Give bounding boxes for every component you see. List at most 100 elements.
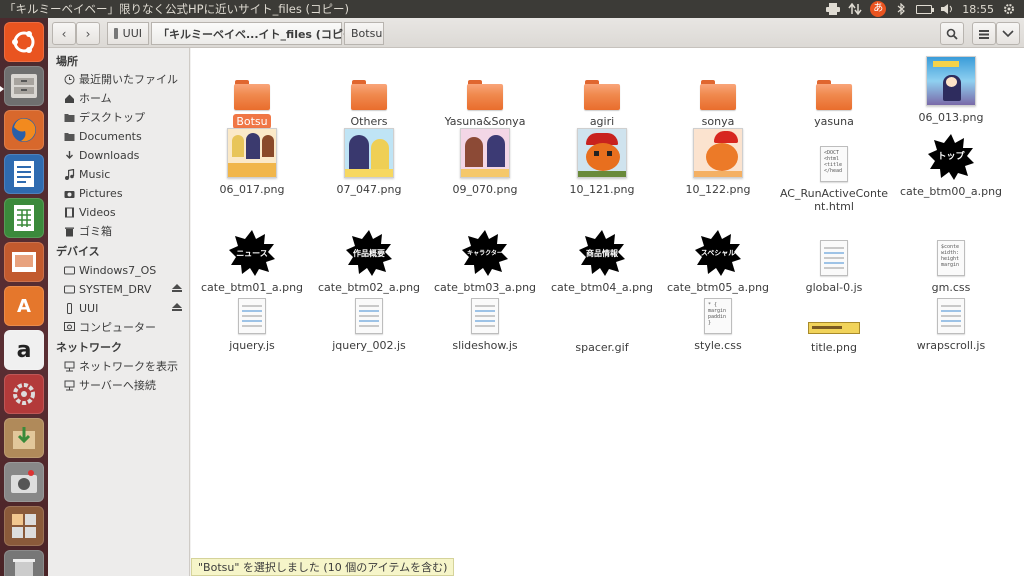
file-label: gm.css	[931, 281, 971, 294]
ubuntu-logo-icon	[12, 31, 35, 53]
back-arrow-icon: ‹	[61, 26, 67, 41]
image-file-item[interactable]: 10_122.png	[660, 128, 776, 197]
js-file-item[interactable]: slideshow.js	[427, 298, 543, 353]
folder-item[interactable]: sonya	[660, 76, 776, 129]
ubuntu-dash-button[interactable]	[4, 22, 44, 62]
calc-launcher[interactable]	[4, 198, 44, 238]
file-label: 06_017.png	[219, 183, 285, 196]
files-launcher[interactable]	[4, 66, 44, 106]
image-file-item[interactable]: トップ cate_btm00_a.png	[893, 134, 1009, 199]
css-document-icon: $conte width: height margin	[937, 240, 965, 276]
sidebar-item-computer[interactable]: コンピューター	[64, 318, 188, 336]
html-file-item[interactable]: <DOCT <html <title </head AC_RunActiveCo…	[776, 146, 892, 214]
back-button[interactable]: ‹	[52, 22, 76, 45]
image-file-item[interactable]: 10_121.png	[544, 128, 660, 197]
volume-icon[interactable]	[940, 3, 954, 15]
network-icon[interactable]	[848, 2, 862, 16]
sidebar-item-videos[interactable]: Videos	[64, 203, 188, 221]
folder-item[interactable]: Botsu	[194, 76, 310, 129]
image-file-item[interactable]: 商品情報 cate_btm04_a.png	[544, 230, 660, 295]
image-file-item[interactable]: ニュース cate_btm01_a.png	[194, 230, 310, 295]
options-button[interactable]	[996, 22, 1020, 45]
bluetooth-icon[interactable]	[894, 2, 908, 16]
sidebar-item-music[interactable]: Music	[64, 165, 188, 183]
gear-icon[interactable]	[1002, 3, 1016, 15]
breadcrumb-label: UUI	[122, 27, 142, 40]
clock[interactable]: 18:55	[962, 3, 994, 16]
text-document-icon	[820, 240, 848, 276]
image-file-item[interactable]: スペシャル cate_btm05_a.png	[660, 230, 776, 295]
sidebar-item-system-drv[interactable]: SYSTEM_DRV	[64, 280, 188, 298]
sidebar-item-label: 最近開いたファイル	[79, 73, 178, 86]
badge-thumbnail: スペシャル	[695, 230, 741, 276]
search-button[interactable]	[940, 22, 964, 45]
folder-icon	[467, 80, 503, 110]
file-label: 10_121.png	[569, 183, 635, 196]
image-file-item[interactable]: 09_070.png	[427, 128, 543, 197]
sidebar-item-trash[interactable]: ゴミ箱	[64, 222, 188, 240]
breadcrumb-files-copy[interactable]: 「キルミーベイベ...イト_files (コピー)	[151, 22, 359, 45]
js-file-item[interactable]: jquery.js	[194, 298, 310, 353]
film-icon	[65, 207, 74, 217]
eject-icon[interactable]	[172, 303, 182, 311]
screenshot-launcher[interactable]	[4, 462, 44, 502]
sidebar-item-label: コンピューター	[79, 321, 156, 334]
software-center-launcher[interactable]: A	[4, 286, 44, 326]
image-file-item[interactable]: title.png	[776, 298, 892, 355]
sidebar-item-windows7-os[interactable]: Windows7_OS	[64, 261, 188, 279]
image-file-item[interactable]: 作品概要 cate_btm02_a.png	[311, 230, 427, 295]
sidebar-item-recent[interactable]: 最近開いたファイル	[64, 70, 188, 88]
eject-icon[interactable]	[172, 284, 182, 292]
sidebar-item-uui[interactable]: UUI	[64, 299, 188, 317]
html-document-icon: <DOCT <html <title </head	[820, 146, 848, 182]
css-file-item[interactable]: $conte width: height margin gm.css	[893, 240, 1009, 295]
sidebar-item-connect-server[interactable]: サーバーへ接続	[64, 376, 188, 394]
doc-preview-line: }	[708, 320, 712, 326]
workspace-switcher-launcher[interactable]	[4, 506, 44, 546]
js-file-item[interactable]: wrapscroll.js	[893, 298, 1009, 353]
file-label: agiri	[589, 115, 615, 128]
forward-button[interactable]: ›	[76, 22, 100, 45]
firefox-launcher[interactable]	[4, 110, 44, 150]
calc-icon	[14, 205, 34, 231]
image-file-item[interactable]: 06_017.png	[194, 128, 310, 197]
gif-file-item[interactable]: spacer.gif	[544, 298, 660, 355]
battery-icon[interactable]	[916, 4, 935, 14]
clock-icon	[64, 74, 75, 84]
trash-launcher[interactable]	[4, 550, 44, 576]
js-file-item[interactable]: jquery_002.js	[311, 298, 427, 353]
system-settings-launcher[interactable]	[4, 374, 44, 414]
image-thumbnail	[693, 128, 743, 178]
sidebar-item-label: サーバーへ接続	[79, 379, 156, 392]
file-view[interactable]: Botsu Others Yasuna&Sonya agiri sonya ya…	[191, 48, 1024, 576]
view-menu-button[interactable]	[972, 22, 996, 45]
sidebar-item-documents[interactable]: Documents	[64, 127, 188, 145]
file-label: AC_RunActiveContent.html	[779, 187, 889, 213]
sidebar-item-browse-network[interactable]: ネットワークを表示	[64, 357, 188, 375]
file-label: 07_047.png	[336, 183, 402, 196]
sidebar-item-pictures[interactable]: Pictures	[64, 184, 188, 202]
folder-item[interactable]: agiri	[544, 76, 660, 129]
amazon-launcher[interactable]: a	[4, 330, 44, 370]
breadcrumb-uui[interactable]: UUI	[107, 22, 149, 45]
search-icon	[946, 28, 958, 40]
archive-launcher[interactable]	[4, 418, 44, 458]
js-file-item[interactable]: global-0.js	[776, 240, 892, 295]
sidebar-item-home[interactable]: ホーム	[64, 89, 188, 107]
sidebar-item-desktop[interactable]: デスクトップ	[64, 108, 188, 126]
breadcrumb-botsu[interactable]: Botsu	[344, 22, 384, 45]
text-document-icon	[355, 298, 383, 334]
file-label: yasuna	[814, 115, 854, 128]
image-file-item[interactable]: 07_047.png	[311, 128, 427, 197]
printer-icon[interactable]	[826, 3, 841, 15]
folder-item[interactable]: Others	[311, 76, 427, 129]
impress-launcher[interactable]	[4, 242, 44, 282]
writer-launcher[interactable]	[4, 154, 44, 194]
folder-item[interactable]: Yasuna&Sonya	[427, 76, 543, 129]
css-file-item[interactable]: * { margin paddin } style.css	[660, 298, 776, 353]
folder-item[interactable]: yasuna	[776, 76, 892, 129]
image-file-item[interactable]: キャラクター cate_btm03_a.png	[427, 230, 543, 295]
keyboard-icon[interactable]: あ	[870, 1, 887, 17]
image-file-item[interactable]: 06_013.png	[893, 56, 1009, 125]
sidebar-item-downloads[interactable]: Downloads	[64, 146, 188, 164]
